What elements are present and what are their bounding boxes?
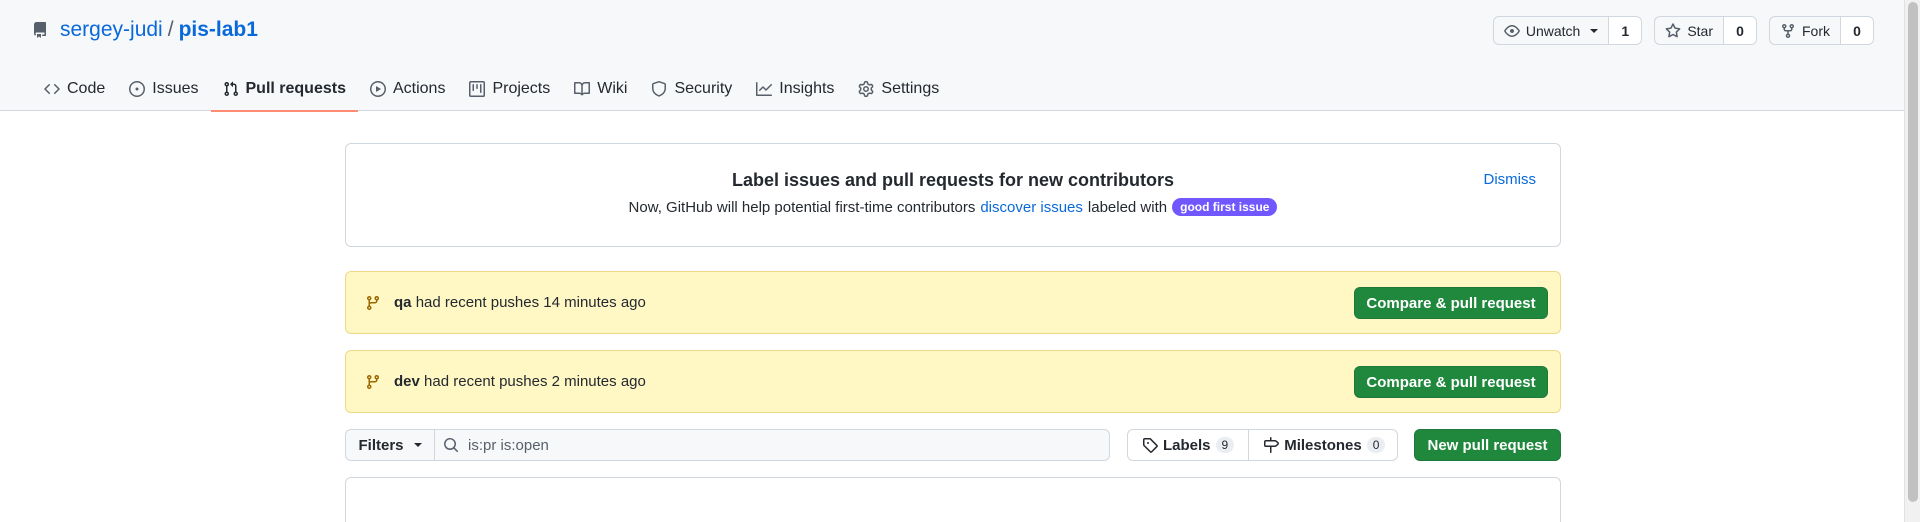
- star-button[interactable]: Star: [1655, 17, 1724, 44]
- push-message: dev had recent pushes 2 minutes ago: [394, 373, 646, 390]
- compare-pull-request-button[interactable]: Compare & pull request: [1354, 366, 1548, 398]
- tab-projects-label: Projects: [492, 79, 551, 97]
- labels-count: 9: [1215, 437, 1235, 453]
- push-text: had recent pushes 14 minutes ago: [415, 294, 646, 311]
- repo-header: sergey-judi / pis-lab1 Unwatch 1 Star 0: [0, 0, 1904, 112]
- milestone-icon: [1264, 437, 1280, 453]
- project-icon: [469, 80, 486, 97]
- repo-icon: [34, 22, 46, 38]
- search-input[interactable]: [468, 436, 1088, 454]
- new-contributors-callout: Label issues and pull requests for new c…: [345, 143, 1561, 247]
- star-button-group: Star 0: [1654, 16, 1757, 45]
- vertical-scrollbar[interactable]: [1904, 0, 1920, 522]
- dismiss-button[interactable]: Dismiss: [1484, 171, 1537, 188]
- filter-bar: Filters Labels 9 Milestones 0 New pull r…: [345, 429, 1561, 461]
- tag-icon: [1143, 438, 1158, 453]
- fork-icon: [1782, 23, 1794, 38]
- star-label: Star: [1687, 22, 1713, 39]
- star-icon: [1665, 22, 1681, 37]
- callout-title: Label issues and pull requests for new c…: [731, 170, 1175, 190]
- tab-insights-label: Insights: [779, 79, 835, 97]
- tab-projects[interactable]: Projects: [457, 66, 562, 111]
- callout-description: Now, GitHub will help potential first-ti…: [346, 198, 1560, 216]
- watchers-count[interactable]: 1: [1609, 17, 1642, 44]
- tab-pull-requests[interactable]: Pull requests: [210, 66, 359, 112]
- labels-label: Labels: [1163, 436, 1211, 454]
- compare-pull-request-button[interactable]: Compare & pull request: [1354, 287, 1548, 319]
- tab-issues-label: Issues: [152, 79, 199, 97]
- git-branch-icon: [366, 375, 379, 390]
- tab-wiki-label: Wiki: [597, 79, 628, 97]
- milestones-label: Milestones: [1284, 436, 1362, 454]
- fork-button-group: Fork 0: [1769, 16, 1874, 45]
- scrollbar-thumb[interactable]: [1908, 2, 1918, 502]
- tab-pull-requests-label: Pull requests: [245, 79, 346, 97]
- callout-desc-suffix: labeled with: [1087, 198, 1168, 216]
- tab-security-label: Security: [674, 79, 733, 97]
- pull-request-icon: [223, 81, 238, 96]
- repo-name-link[interactable]: pis-lab1: [179, 18, 258, 42]
- book-icon: [574, 81, 591, 95]
- good-first-issue-label[interactable]: good first issue: [1172, 198, 1278, 216]
- tab-actions[interactable]: Actions: [358, 66, 457, 111]
- discover-issues-link[interactable]: discover issues: [980, 199, 1083, 216]
- new-pull-request-button[interactable]: New pull request: [1414, 429, 1561, 461]
- repo-owner-link[interactable]: sergey-judi: [60, 18, 163, 42]
- milestones-button[interactable]: Milestones 0: [1248, 430, 1399, 460]
- recent-push-banner: dev had recent pushes 2 minutes ago Comp…: [345, 350, 1561, 413]
- milestones-count: 0: [1366, 437, 1386, 453]
- graph-icon: [756, 81, 773, 96]
- fork-button[interactable]: Fork: [1770, 17, 1841, 44]
- git-branch-icon: [366, 296, 379, 311]
- labels-milestones-group: Labels 9 Milestones 0: [1127, 429, 1398, 461]
- stars-count[interactable]: 0: [1724, 17, 1756, 44]
- tab-code-label: Code: [67, 79, 106, 97]
- tab-insights[interactable]: Insights: [744, 66, 846, 111]
- search-box: [434, 429, 1110, 461]
- chevron-down-icon: [413, 443, 422, 447]
- repo-tabs: Code Issues Pull requests Actions Projec…: [32, 66, 951, 112]
- tab-settings[interactable]: Settings: [846, 66, 951, 111]
- eye-icon: [1504, 24, 1520, 37]
- tab-actions-label: Actions: [392, 79, 446, 97]
- play-icon: [369, 80, 386, 97]
- pull-requests-list: [345, 477, 1561, 522]
- gear-icon: [859, 80, 874, 97]
- repo-title: sergey-judi / pis-lab1: [32, 14, 258, 46]
- push-text: had recent pushes 2 minutes ago: [424, 373, 646, 390]
- fork-label: Fork: [1802, 22, 1830, 39]
- repo-actions: Unwatch 1 Star 0 Fork 0: [1492, 16, 1874, 45]
- shield-icon: [652, 80, 667, 97]
- push-message: qa had recent pushes 14 minutes ago: [394, 294, 646, 311]
- recent-push-banner: qa had recent pushes 14 minutes ago Comp…: [345, 271, 1561, 334]
- tab-security[interactable]: Security: [639, 66, 744, 111]
- code-icon: [44, 83, 60, 94]
- tab-code[interactable]: Code: [32, 66, 117, 111]
- repo-separator: /: [167, 18, 174, 41]
- issue-icon: [129, 80, 146, 97]
- tab-wiki[interactable]: Wiki: [562, 66, 639, 111]
- tab-settings-label: Settings: [881, 79, 940, 97]
- watch-button-group: Unwatch 1: [1492, 16, 1643, 45]
- callout-desc-prefix: Now, GitHub will help potential first-ti…: [628, 198, 976, 216]
- unwatch-button[interactable]: Unwatch: [1494, 17, 1610, 44]
- tab-issues[interactable]: Issues: [117, 66, 210, 111]
- filters-label: Filters: [358, 436, 404, 454]
- branch-name[interactable]: qa: [394, 294, 412, 311]
- forks-count[interactable]: 0: [1841, 17, 1873, 44]
- filters-button[interactable]: Filters: [345, 429, 435, 461]
- unwatch-label: Unwatch: [1525, 22, 1581, 39]
- chevron-down-icon: [1590, 28, 1599, 33]
- search-icon: [444, 438, 459, 453]
- page: sergey-judi / pis-lab1 Unwatch 1 Star 0: [0, 0, 1904, 522]
- branch-name[interactable]: dev: [394, 373, 420, 390]
- labels-button[interactable]: Labels 9: [1128, 430, 1248, 460]
